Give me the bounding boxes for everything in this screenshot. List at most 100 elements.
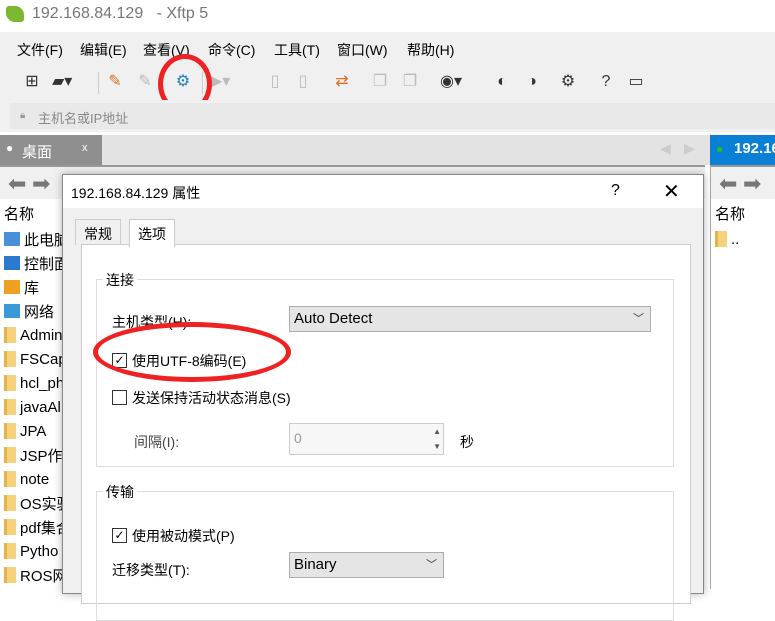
list-item[interactable]: 此电脑 [4, 227, 69, 251]
list-item[interactable]: JPA [4, 419, 46, 443]
keepalive-label: 发送保持活动状态消息(S) [132, 390, 291, 406]
play-icon[interactable]: ▶▾ [210, 72, 230, 92]
xshell-icon[interactable]: ◐ [492, 72, 512, 92]
app-name: - Xftp 5 [156, 5, 209, 22]
menu-help[interactable]: 帮助(H) [407, 40, 454, 60]
network-icon [4, 304, 20, 318]
spin-arrows-icon[interactable]: ▲ ▼ [433, 424, 441, 454]
dialog-help-button[interactable]: ? [611, 182, 620, 200]
computer-icon [4, 232, 20, 246]
folder-icon [4, 399, 16, 415]
passive-mode-checkbox[interactable]: ✓ [112, 528, 127, 543]
list-item[interactable]: Admin [4, 323, 63, 347]
name-column-header[interactable]: 名称 [4, 203, 34, 224]
options-panel: 连接 主机类型(H): Auto Detect ﹀ ✓ 使用UTF-8编码(E) … [81, 244, 691, 621]
item-name: JSP作 [20, 447, 63, 465]
interval-value: 0 [294, 430, 302, 446]
tab-label: 桌面 [22, 144, 53, 161]
open-folder-icon[interactable]: ▰▾ [52, 72, 72, 92]
sync-icon[interactable]: ⇄ [332, 72, 352, 92]
list-item[interactable]: hcl_ph [4, 371, 64, 395]
paste-icon[interactable]: ❐ [400, 72, 420, 92]
tab-dot-icon: ● [6, 141, 14, 155]
list-item[interactable]: ROS网 [4, 563, 68, 587]
folder-icon [4, 471, 16, 487]
download-icon[interactable]: ▯ [293, 72, 313, 92]
menu-file[interactable]: 文件(F) [17, 40, 63, 60]
folder-icon [715, 231, 727, 247]
feedback-icon[interactable]: ▭ [626, 72, 646, 92]
tab-remote[interactable]: ● 192.16 [710, 135, 775, 165]
list-item[interactable]: 库 [4, 275, 39, 299]
toolbar: ⊞ ▰▾ ✎ ✎ ⚙ ▶▾ ▯ ▯ ⇄ ❐ ❐ ◉▾ ◐ ◑ ⚙ ? ▭ [0, 64, 775, 100]
item-name: FSCap [20, 350, 67, 368]
options-gear-icon[interactable]: ⚙ [558, 72, 578, 92]
interval-unit: 秒 [460, 434, 474, 450]
name-column-header[interactable]: 名称 [715, 203, 745, 224]
forward-icon[interactable]: ➡ [32, 171, 50, 197]
tab-desktop[interactable]: ● 桌面 x [0, 135, 102, 165]
red-highlight-ellipse [93, 322, 291, 382]
chevron-down-icon: ﹀ [426, 559, 437, 571]
transfer-group: 传输 ✓ 使用被动模式(P) 迁移类型(T): Binary ﹀ [96, 482, 674, 621]
item-name: .. [731, 230, 740, 248]
folder-icon [4, 495, 16, 511]
remote-pane: ⬅ ➡ 名称 .. [710, 165, 775, 589]
transfer-mode-select[interactable]: Binary ﹀ [289, 552, 444, 578]
help-icon[interactable]: ? [596, 72, 616, 92]
upload-icon[interactable]: ▯ [265, 72, 285, 92]
item-name: 网络 [24, 303, 55, 321]
transfer-mode-label: 迁移类型(T): [112, 562, 190, 578]
folder-icon [4, 543, 16, 559]
control-panel-icon [4, 256, 20, 270]
list-item[interactable]: 网络 [4, 299, 54, 323]
host-type-select[interactable]: Auto Detect ﹀ [289, 306, 651, 332]
interval-stepper[interactable]: 0 ▲ ▼ [289, 423, 444, 455]
keepalive-checkbox[interactable] [112, 390, 127, 405]
back-icon[interactable]: ⬅ [719, 171, 737, 197]
tab-options[interactable]: 选项 [129, 219, 175, 247]
folder-icon [4, 351, 16, 367]
menu-window[interactable]: 窗口(W) [337, 40, 388, 60]
back-icon[interactable]: ⬅ [8, 171, 26, 197]
folder-icon [4, 327, 16, 343]
menu-command[interactable]: 命令(C) [208, 40, 255, 60]
list-item[interactable]: 控制面 [4, 251, 69, 275]
globe-icon[interactable]: ◉▾ [440, 72, 462, 92]
tab-scroll-left-icon[interactable]: ◀ [660, 140, 671, 157]
chevron-down-icon: ﹀ [633, 313, 644, 325]
connect-icon[interactable]: ✎ [105, 72, 125, 92]
list-item[interactable]: javaAl [4, 395, 61, 419]
item-name: Admin [20, 326, 63, 344]
list-item[interactable]: .. [715, 227, 739, 251]
xmanager-icon[interactable]: ◑ [522, 72, 542, 92]
tab-strip [0, 135, 775, 165]
list-item[interactable]: pdf集合 [4, 515, 71, 539]
host-title: 192.168.84.129 [32, 5, 144, 22]
transfer-mode-value: Binary [294, 556, 337, 573]
new-session-icon[interactable]: ⊞ [22, 72, 42, 92]
disconnect-icon[interactable]: ✎ [135, 72, 155, 92]
menu-edit[interactable]: 编辑(E) [80, 40, 127, 60]
interval-label: 间隔(I): [134, 434, 180, 450]
dialog-title: 192.168.84.129 属性 [71, 185, 201, 201]
forward-icon[interactable]: ➡ [743, 171, 761, 197]
dialog-close-button[interactable]: ✕ [663, 179, 680, 204]
remote-nav-bar: ⬅ ➡ [711, 167, 775, 199]
list-item[interactable]: JSP作 [4, 443, 63, 467]
properties-dialog: 192.168.84.129 属性 ? ✕ 常规 选项 连接 主机类型(H): … [62, 174, 704, 621]
passive-mode-label: 使用被动模式(P) [132, 528, 235, 544]
item-name: note [20, 470, 50, 488]
list-item[interactable]: FSCap [4, 347, 67, 371]
menu-tools[interactable]: 工具(T) [274, 40, 320, 60]
tab-general[interactable]: 常规 [75, 219, 121, 245]
item-name: Pytho [20, 542, 59, 560]
item-name: hcl_ph [20, 374, 65, 392]
list-item[interactable]: Pytho [4, 539, 58, 563]
transfer-group-label: 传输 [103, 482, 137, 502]
tab-close-icon[interactable]: x [82, 142, 88, 154]
tab-scroll-right-icon[interactable]: ▶ [684, 140, 695, 157]
item-name: javaAl [20, 398, 61, 416]
list-item[interactable]: note [4, 467, 49, 491]
copy-icon[interactable]: ❐ [370, 72, 390, 92]
